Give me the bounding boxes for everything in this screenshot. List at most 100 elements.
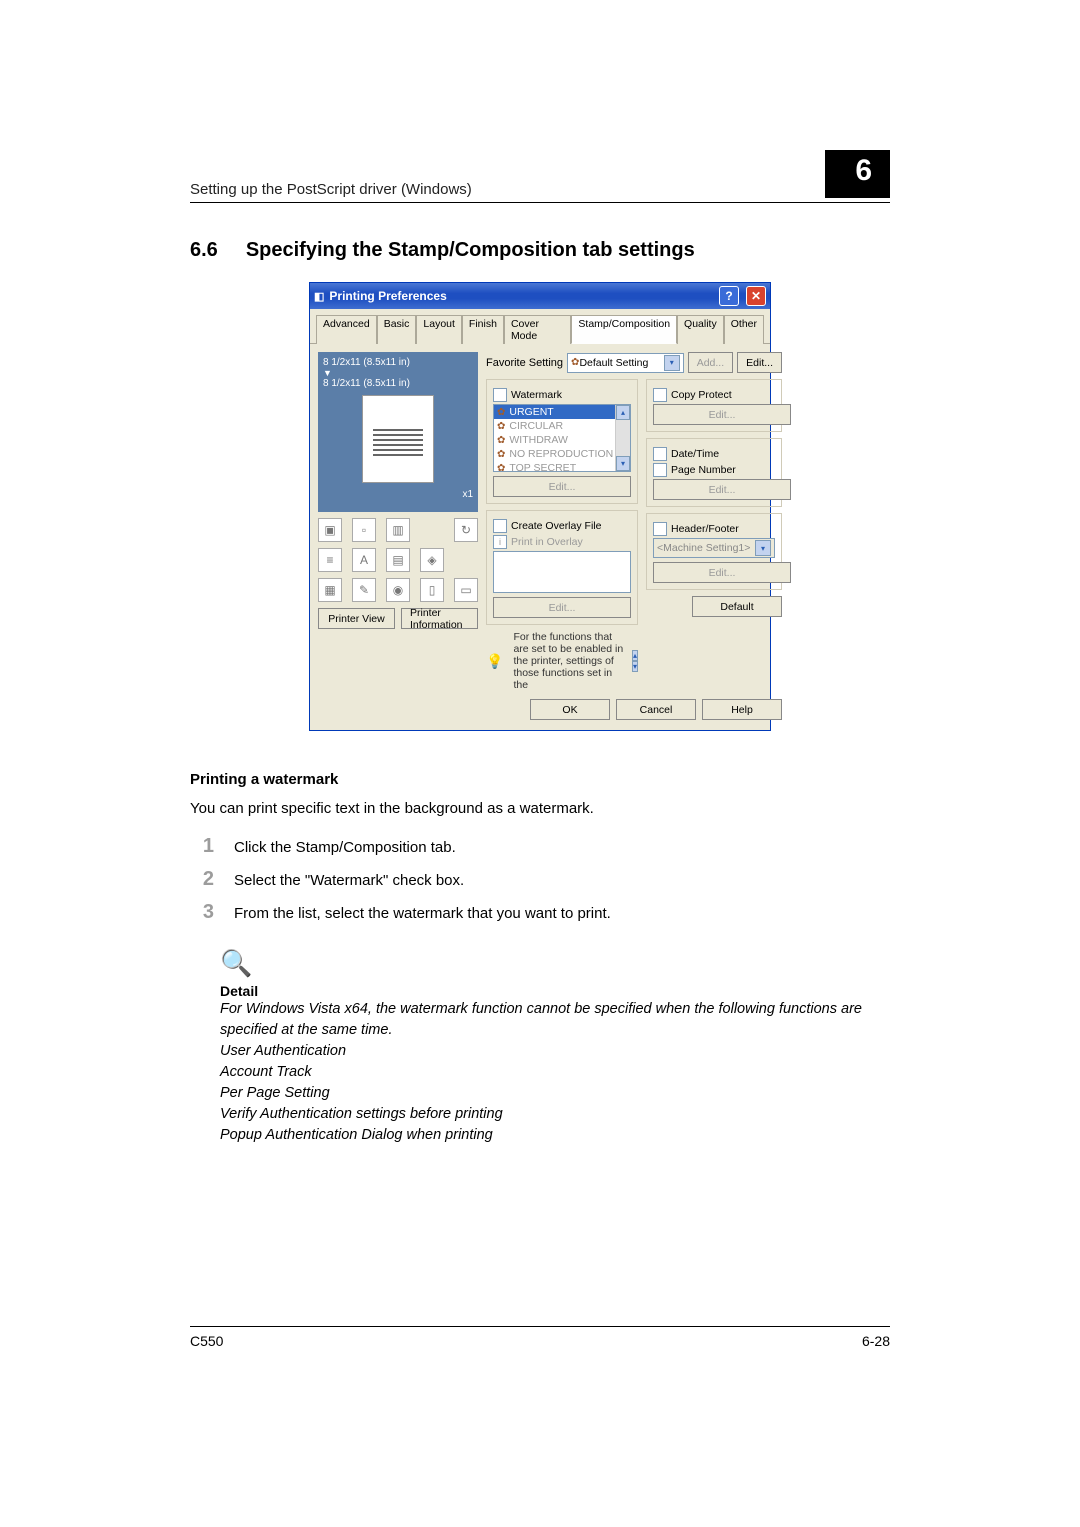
page-footer: C550 6-28 bbox=[190, 1326, 890, 1349]
option-icon[interactable]: ▣ bbox=[318, 518, 342, 542]
overlay-list[interactable] bbox=[493, 551, 631, 593]
tab-quality[interactable]: Quality bbox=[677, 315, 724, 344]
copyprotect-label: Copy Protect bbox=[671, 389, 732, 401]
pagenumber-checkbox[interactable] bbox=[653, 463, 667, 477]
subsection-title: Printing a watermark bbox=[190, 771, 890, 788]
favorite-value: Default Setting bbox=[579, 357, 648, 369]
option-icon[interactable]: ↻ bbox=[454, 518, 478, 542]
help-icon[interactable]: ? bbox=[719, 286, 739, 306]
preview-options-row2: ≡ A ▤ ◈ bbox=[318, 548, 478, 572]
nup-label: x1 bbox=[323, 489, 473, 500]
option-icon[interactable]: ✎ bbox=[352, 578, 376, 602]
datetime-checkbox[interactable] bbox=[653, 447, 667, 461]
edit-button[interactable]: Edit... bbox=[737, 352, 782, 373]
gear-icon: ✿ bbox=[497, 407, 505, 418]
add-button[interactable]: Add... bbox=[688, 352, 733, 373]
ok-button[interactable]: OK bbox=[530, 699, 610, 720]
printer-view-button[interactable]: Printer View bbox=[318, 608, 395, 629]
favorite-setting-combo[interactable]: ✿ Default Setting ▾ bbox=[567, 353, 684, 373]
headerfooter-checkbox[interactable] bbox=[653, 522, 667, 536]
section-title: 6.6 Specifying the Stamp/Composition tab… bbox=[190, 239, 890, 262]
watermark-list[interactable]: ✿URGENT ✿CIRCULAR ✿WITHDRAW ✿NO REPRODUC… bbox=[493, 404, 631, 472]
close-icon[interactable]: ✕ bbox=[746, 286, 766, 306]
print-overlay-label: Print in Overlay bbox=[511, 536, 583, 548]
create-overlay-label: Create Overlay File bbox=[511, 520, 601, 532]
datetime-label: Date/Time bbox=[671, 448, 719, 460]
tab-strip: Advanced Basic Layout Finish Cover Mode … bbox=[310, 309, 770, 344]
headerfooter-combo[interactable]: <Machine Setting1> ▾ bbox=[653, 538, 775, 558]
watermark-checkbox[interactable] bbox=[493, 388, 507, 402]
info-text: For the functions that are set to be ena… bbox=[513, 631, 626, 691]
gear-icon: ✿ bbox=[571, 357, 579, 368]
datetime-group: Date/Time Page Number Edit... bbox=[646, 438, 782, 507]
paper-dim-2: 8 1/2x11 (8.5x11 in) bbox=[323, 378, 473, 389]
chevron-up-icon[interactable]: ▴ bbox=[632, 650, 638, 661]
create-overlay-checkbox[interactable] bbox=[493, 519, 507, 533]
tab-finish[interactable]: Finish bbox=[462, 315, 504, 344]
detail-line: For Windows Vista x64, the watermark fun… bbox=[220, 999, 890, 1041]
cancel-button[interactable]: Cancel bbox=[616, 699, 696, 720]
headerfooter-label: Header/Footer bbox=[671, 523, 739, 535]
paper-dim-1: 8 1/2x11 (8.5x11 in) bbox=[323, 357, 473, 368]
option-icon[interactable]: ▤ bbox=[386, 548, 410, 572]
step-number: 3 bbox=[190, 901, 214, 924]
copyprotect-edit-button[interactable]: Edit... bbox=[653, 404, 791, 425]
detail-line: Verify Authentication settings before pr… bbox=[220, 1104, 890, 1125]
option-icon[interactable]: ≡ bbox=[318, 548, 342, 572]
watermark-group: Watermark ✿URGENT ✿CIRCULAR ✿WITHDRAW ✿N… bbox=[486, 379, 638, 504]
default-button[interactable]: Default bbox=[692, 596, 782, 617]
footer-page: 6-28 bbox=[862, 1333, 890, 1349]
option-icon[interactable]: ▭ bbox=[454, 578, 478, 602]
tab-layout[interactable]: Layout bbox=[416, 315, 462, 344]
scrollbar[interactable]: ▴ ▾ bbox=[615, 405, 630, 471]
preview-options-row1: ▣ ▫ ▥ ↻ bbox=[318, 518, 478, 542]
tab-basic[interactable]: Basic bbox=[377, 315, 417, 344]
option-icon[interactable]: ▦ bbox=[318, 578, 342, 602]
detail-block: 🔍 Detail For Windows Vista x64, the wate… bbox=[190, 948, 890, 1146]
headerfooter-edit-button[interactable]: Edit... bbox=[653, 562, 791, 583]
option-icon[interactable]: ◉ bbox=[386, 578, 410, 602]
option-icon[interactable]: ◈ bbox=[420, 548, 444, 572]
option-icon[interactable]: ▯ bbox=[420, 578, 444, 602]
option-icon[interactable]: ▫ bbox=[352, 518, 376, 542]
step-number: 1 bbox=[190, 835, 214, 858]
detail-line: Popup Authentication Dialog when printin… bbox=[220, 1125, 890, 1146]
headerfooter-group: Header/Footer <Machine Setting1> ▾ Edit.… bbox=[646, 513, 782, 590]
gear-icon: ✿ bbox=[497, 421, 505, 432]
magnifier-icon: 🔍 bbox=[220, 948, 890, 979]
chevron-up-icon[interactable]: ▴ bbox=[616, 405, 630, 420]
chevron-down-icon[interactable]: ▾ bbox=[616, 456, 630, 471]
detail-line: Per Page Setting bbox=[220, 1083, 890, 1104]
printer-info-button[interactable]: Printer Information bbox=[401, 608, 478, 629]
watermark-label: Watermark bbox=[511, 389, 562, 401]
info-bar: 💡 For the functions that are set to be e… bbox=[486, 631, 638, 691]
help-button[interactable]: Help bbox=[702, 699, 782, 720]
dialog-title: Printing Preferences bbox=[329, 289, 712, 303]
watermark-edit-button[interactable]: Edit... bbox=[493, 476, 631, 497]
option-icon[interactable]: ▥ bbox=[386, 518, 410, 542]
pagenumber-label: Page Number bbox=[671, 464, 736, 476]
tab-covermode[interactable]: Cover Mode bbox=[504, 315, 571, 344]
chevron-down-icon: ▾ bbox=[755, 540, 771, 556]
running-header: Setting up the PostScript driver (Window… bbox=[190, 150, 890, 203]
tab-stampcomposition[interactable]: Stamp/Composition bbox=[571, 315, 677, 344]
bulb-icon: 💡 bbox=[486, 653, 503, 670]
tab-other[interactable]: Other bbox=[724, 315, 764, 344]
app-icon: ◧ bbox=[314, 290, 324, 303]
info-icon: i bbox=[493, 535, 507, 549]
step-number: 2 bbox=[190, 868, 214, 891]
print-preview: 8 1/2x11 (8.5x11 in) ▼ 8 1/2x11 (8.5x11 … bbox=[318, 352, 478, 512]
detail-line: User Authentication bbox=[220, 1041, 890, 1062]
overlay-edit-button[interactable]: Edit... bbox=[493, 597, 631, 618]
footer-model: C550 bbox=[190, 1333, 223, 1349]
gear-icon: ✿ bbox=[497, 463, 505, 473]
option-icon[interactable]: A bbox=[352, 548, 376, 572]
copyprotect-checkbox[interactable] bbox=[653, 388, 667, 402]
datetime-edit-button[interactable]: Edit... bbox=[653, 479, 791, 500]
breadcrumb: Setting up the PostScript driver (Window… bbox=[190, 181, 472, 198]
detail-line: Account Track bbox=[220, 1062, 890, 1083]
detail-heading: Detail bbox=[220, 983, 890, 999]
chevron-down-icon[interactable]: ▾ bbox=[632, 661, 638, 672]
tab-advanced[interactable]: Advanced bbox=[316, 315, 377, 344]
section-number: 6.6 bbox=[190, 239, 218, 262]
